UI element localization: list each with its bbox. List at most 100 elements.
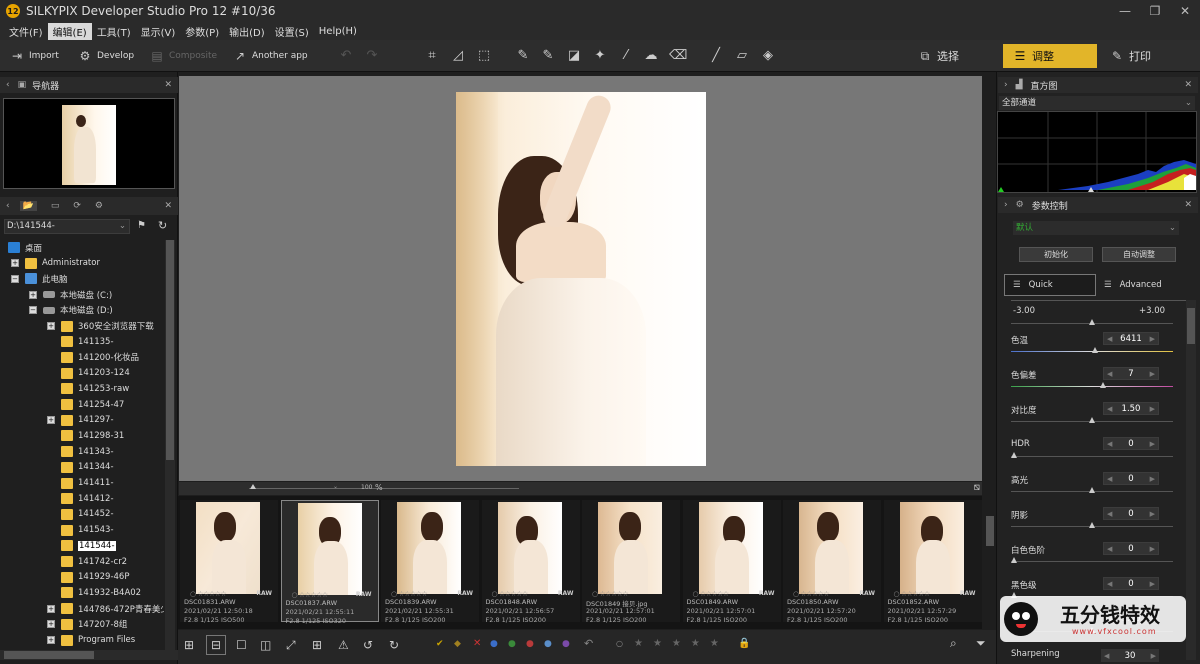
filmstrip-view-icon[interactable]: ⊟: [206, 635, 226, 655]
transform-icon[interactable]: ⬚: [476, 48, 492, 64]
tree-item[interactable]: 141411-: [47, 476, 114, 491]
tree-hscrollbar[interactable]: [0, 650, 178, 660]
grid-view-icon[interactable]: ⊞: [184, 638, 194, 652]
param-slider-track[interactable]: [1011, 456, 1173, 457]
expand-icon[interactable]: +: [47, 636, 55, 644]
tree-item[interactable]: + Program Files: [47, 633, 135, 648]
tree-item[interactable]: + Administrator: [11, 256, 100, 271]
tree-item[interactable]: 141543-: [47, 523, 114, 538]
close-panel-icon[interactable]: ✕: [1184, 200, 1192, 210]
increment-icon[interactable]: ▶: [1151, 652, 1156, 660]
cloud-icon[interactable]: ☁: [643, 48, 659, 64]
composite-button[interactable]: ▤ Composite: [150, 47, 217, 65]
decrement-icon[interactable]: ◀: [1104, 652, 1109, 660]
label-red-icon[interactable]: ●: [526, 639, 534, 649]
label-blue-icon[interactable]: ●: [490, 639, 498, 649]
close-panel-icon[interactable]: ✕: [164, 80, 172, 90]
menu-help[interactable]: Help(H): [314, 25, 362, 38]
param-slider-thumb[interactable]: [1092, 347, 1099, 353]
reject-icon[interactable]: ✕: [473, 638, 481, 649]
param-value-field[interactable]: ◀ 6411 ▶: [1103, 332, 1159, 345]
filmstrip-thumbnail[interactable]: ○ ☆☆☆☆☆ DSC01849 接贝.jpg 2021/02/21 12:57:0…: [582, 500, 680, 624]
tree-item[interactable]: 141135-: [47, 334, 114, 349]
split-view-icon[interactable]: ⊞: [312, 638, 322, 652]
filmstrip-thumbnail[interactable]: ○ ☆☆☆☆☆ RAW DSC01837.ARW 2021/02/21 12:55:1…: [280, 500, 379, 625]
param-value-field[interactable]: ◀ 0 ▶: [1103, 577, 1159, 590]
collapse-arrow-icon[interactable]: ›: [1004, 80, 1008, 90]
compare-view-icon[interactable]: ◫: [260, 638, 271, 652]
tree-item[interactable]: − 此电脑: [11, 271, 68, 286]
label-purple-icon[interactable]: ●: [562, 639, 570, 649]
tree-item[interactable]: 141742-cr2: [47, 554, 127, 569]
increment-icon[interactable]: ▶: [1150, 440, 1155, 448]
tree-item[interactable]: 141253-raw: [47, 381, 129, 396]
check-icon[interactable]: ✔: [436, 639, 444, 649]
redo-icon[interactable]: ↷: [364, 48, 380, 64]
navigator-preview[interactable]: [3, 98, 175, 189]
thumbnail-rating[interactable]: ○ ☆☆☆☆☆: [492, 590, 529, 598]
black-point-marker[interactable]: [998, 187, 1004, 192]
expand-icon[interactable]: +: [29, 290, 37, 299]
expand-icon[interactable]: +: [11, 259, 19, 268]
channel-dropdown[interactable]: 全部通道 ⌄: [999, 96, 1195, 110]
tree-item[interactable]: 桌面: [8, 240, 42, 255]
decrement-icon[interactable]: ◀: [1107, 580, 1112, 588]
zoom-slider-track[interactable]: [249, 488, 519, 489]
filter-icon[interactable]: ⏷: [976, 636, 986, 651]
eraser-icon[interactable]: ▱: [734, 48, 750, 64]
tree-item[interactable]: 141412-: [47, 491, 114, 506]
mid-point-marker[interactable]: [1088, 187, 1094, 192]
increment-icon[interactable]: ▶: [1150, 475, 1155, 483]
tree-item[interactable]: +360安全浏览器下载: [47, 319, 154, 334]
collapse-arrow-icon[interactable]: ‹: [6, 201, 10, 211]
tree-item[interactable]: 141544-: [47, 538, 116, 553]
menu-view[interactable]: 显示(V): [136, 23, 181, 40]
param-value-field[interactable]: ◀ 0 ▶: [1103, 507, 1159, 520]
maximize-button[interactable]: ❐: [1140, 0, 1170, 22]
param-value-field[interactable]: ◀ 0 ▶: [1103, 542, 1159, 555]
menu-settings[interactable]: 设置(S): [270, 23, 314, 40]
tree-item[interactable]: 141929-46P: [47, 570, 129, 585]
params-scroll-thumb[interactable]: [1187, 308, 1195, 344]
dust-icon[interactable]: ⌫: [669, 48, 687, 64]
minimize-button[interactable]: —: [1110, 0, 1140, 22]
tree-item[interactable]: 141200-化妆品: [47, 350, 139, 365]
param-slider-thumb[interactable]: [1089, 487, 1095, 493]
fringe-icon[interactable]: ⁄: [618, 48, 634, 64]
increment-icon[interactable]: ▶: [1150, 545, 1155, 553]
expand-icon[interactable]: +: [47, 604, 55, 613]
zoom-slider-thumb[interactable]: [250, 484, 256, 489]
menu-output[interactable]: 输出(D): [224, 23, 270, 40]
increment-icon[interactable]: ▶: [1150, 370, 1155, 378]
menu-tools[interactable]: 工具(T): [92, 23, 136, 40]
thumbnail-rating[interactable]: ○ ☆☆☆☆☆: [693, 590, 730, 598]
reset-icon[interactable]: ↶: [584, 637, 593, 650]
filmstrip-thumbnail[interactable]: ○ ☆☆☆☆☆ RAW DSC01852.ARW 2021/02/21 12:57:2…: [883, 500, 982, 624]
main-photo[interactable]: [456, 92, 706, 466]
filmstrip-thumbnail[interactable]: ○ ☆☆☆☆☆ RAW DSC01850.ARW 2021/02/21 12:57:2…: [783, 500, 881, 624]
folder-tab-icon[interactable]: 📂: [19, 201, 37, 211]
undo-icon[interactable]: ↶: [338, 48, 354, 64]
param-value-field[interactable]: ◀ 0 ▶: [1103, 437, 1159, 450]
tag-icon[interactable]: ◆: [454, 639, 461, 649]
param-slider-thumb[interactable]: [1011, 557, 1017, 563]
collapse-arrow-icon[interactable]: ‹: [6, 80, 10, 90]
warning-icon[interactable]: ⚠: [338, 638, 349, 652]
expand-icon[interactable]: +: [47, 620, 55, 629]
tree-hscroll-thumb[interactable]: [4, 651, 94, 659]
comment-tab-icon[interactable]: ▭: [51, 201, 60, 211]
crop-icon[interactable]: ⌗: [424, 48, 440, 64]
sharpening-value-field[interactable]: ◀ 30 ▶: [1101, 649, 1159, 662]
decrement-icon[interactable]: ◀: [1107, 405, 1112, 413]
tree-item[interactable]: + 本地磁盘 (C:): [29, 287, 112, 302]
tree-item[interactable]: +141297-: [47, 413, 114, 428]
rating-zero-icon[interactable]: ○: [616, 639, 623, 648]
select-mode-button[interactable]: ⧉ 选择: [908, 44, 969, 68]
rotate-icon[interactable]: ◿: [450, 48, 466, 64]
thumbnail-rating[interactable]: ○ ☆☆☆☆☆: [894, 590, 931, 598]
tree-item[interactable]: 141298-31: [47, 428, 124, 443]
label-cyan-icon[interactable]: ●: [544, 639, 552, 649]
another-app-button[interactable]: ↗ Another app: [233, 47, 308, 65]
filmstrip-scrollbar[interactable]: [984, 496, 996, 629]
filmstrip-thumbnail[interactable]: ○ ☆☆☆☆☆ RAW DSC01831.ARW 2021/02/21 12:50:1…: [180, 500, 278, 624]
